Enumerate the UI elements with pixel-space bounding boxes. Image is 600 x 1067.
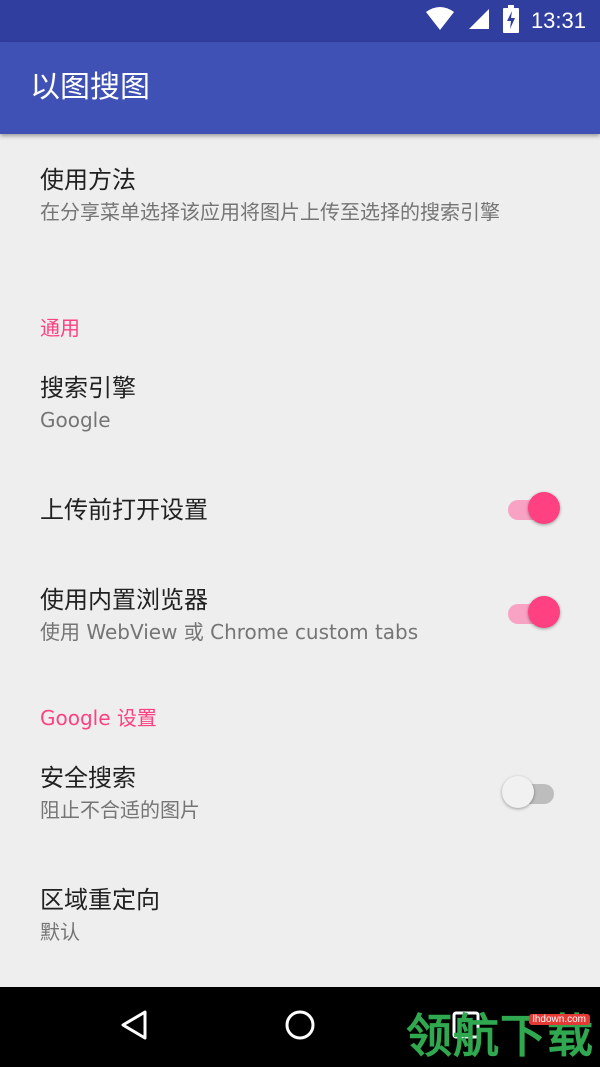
pref-title: 搜索引擎: [40, 374, 136, 402]
pref-summary: 阻止不合适的图片: [40, 798, 200, 822]
pref-title: 使用内置浏览器: [40, 586, 208, 614]
clock: 13:31: [530, 8, 586, 33]
pref-region-redirect[interactable]: 区域重定向 默认: [0, 880, 600, 945]
watermark-logo: 领航下载 lhdown.com: [406, 1008, 594, 1064]
home-button[interactable]: [260, 987, 340, 1067]
battery-charging-icon: [502, 5, 519, 37]
wifi-icon: [425, 6, 455, 36]
open-settings-switch[interactable]: [502, 490, 560, 526]
home-icon: [284, 1009, 316, 1045]
pref-title: 区域重定向: [40, 886, 160, 914]
pref-title: 使用方法: [40, 166, 136, 194]
pref-title: 上传前打开设置: [40, 496, 208, 524]
app-bar: 以图搜图: [0, 42, 600, 134]
watermark-tag: lhdown.com: [528, 1014, 590, 1025]
category-google: Google 设置: [40, 706, 157, 730]
pref-summary: Google: [40, 408, 111, 432]
status-bar: 13:31: [0, 0, 600, 42]
back-button[interactable]: [94, 987, 174, 1067]
back-icon: [119, 1009, 149, 1045]
pref-usage[interactable]: 使用方法 在分享菜单选择该应用将图片上传至选择的搜索引擎: [0, 160, 600, 225]
pref-summary: 使用 WebView 或 Chrome custom tabs: [40, 620, 419, 644]
pref-summary: 默认: [40, 920, 80, 944]
category-general: 通用: [40, 316, 80, 340]
builtin-browser-switch[interactable]: [502, 594, 560, 630]
pref-summary: 在分享菜单选择该应用将图片上传至选择的搜索引擎: [40, 200, 500, 224]
signal-icon: [467, 7, 491, 35]
pref-title: 安全搜索: [40, 764, 136, 792]
app-title: 以图搜图: [30, 70, 150, 105]
pref-search-engine[interactable]: 搜索引擎 Google: [0, 368, 600, 433]
safe-search-switch[interactable]: [502, 774, 554, 810]
